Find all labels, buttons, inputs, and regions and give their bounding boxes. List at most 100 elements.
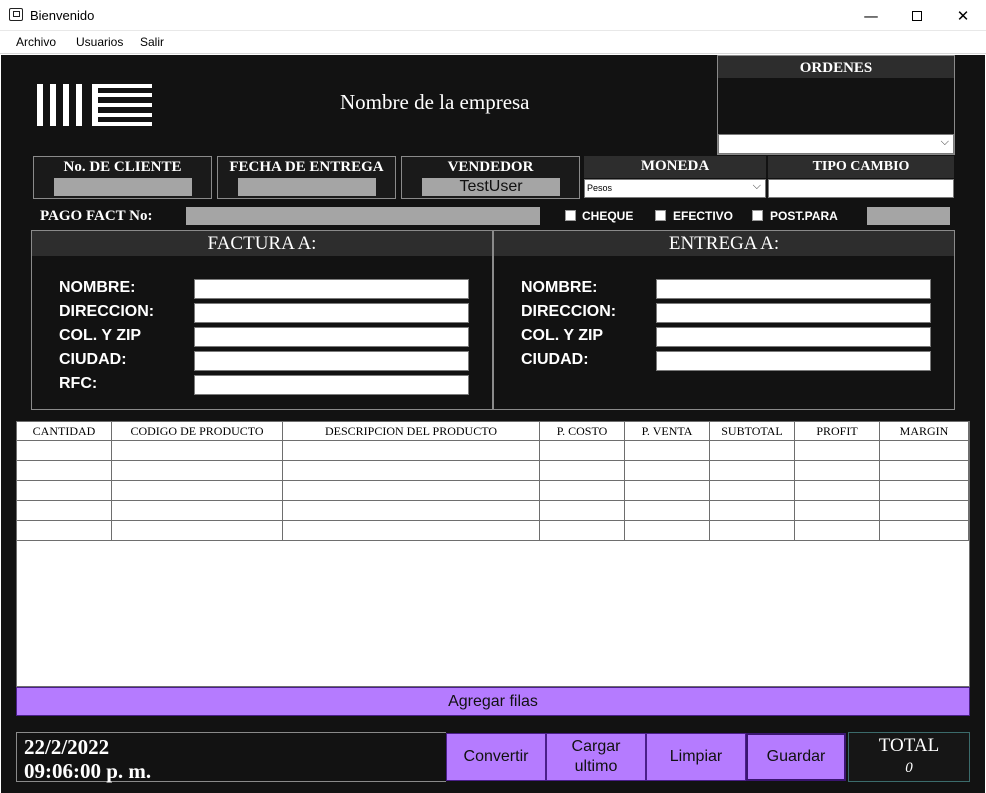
table-cell[interactable] — [282, 500, 540, 521]
col-margin[interactable]: MARGIN — [879, 421, 969, 441]
table-cell[interactable] — [794, 500, 880, 521]
table-cell[interactable] — [709, 480, 795, 501]
col-subtotal[interactable]: SUBTOTAL — [709, 421, 795, 441]
table-cell[interactable] — [282, 480, 540, 501]
close-button[interactable]: ✕ — [940, 0, 986, 31]
table-cell[interactable] — [111, 480, 283, 501]
table-cell[interactable] — [539, 520, 625, 541]
maximize-button[interactable] — [894, 0, 940, 31]
table-cell[interactable] — [879, 480, 969, 501]
table-cell[interactable] — [282, 520, 540, 541]
table-cell[interactable] — [16, 460, 112, 481]
col-p-costo[interactable]: P. COSTO — [539, 421, 625, 441]
table-cell[interactable] — [624, 500, 710, 521]
col-descripcion[interactable]: DESCRIPCION DEL PRODUCTO — [282, 421, 540, 441]
factura-rfc-input[interactable] — [194, 375, 469, 395]
col-p-venta[interactable]: P. VENTA — [624, 421, 710, 441]
table-cell[interactable] — [624, 520, 710, 541]
menu-bar: Archivo Usuarios Salir — [0, 31, 986, 54]
minimize-button[interactable]: — — [848, 0, 894, 31]
ordenes-select[interactable]: ⌵ — [718, 134, 954, 154]
col-cantidad[interactable]: CANTIDAD — [16, 421, 112, 441]
fecha-label: FECHA DE ENTREGA — [229, 159, 384, 175]
cargar-ultimo-button[interactable]: Cargar ultimo — [546, 733, 646, 781]
fecha-input[interactable] — [238, 178, 376, 196]
table-cell[interactable] — [879, 500, 969, 521]
cliente-box: No. DE CLIENTE — [33, 156, 212, 199]
moneda-header: MONEDA — [584, 156, 766, 178]
factura-nombre-input[interactable] — [194, 279, 469, 299]
table-cell[interactable] — [539, 500, 625, 521]
table-cell[interactable] — [879, 440, 969, 461]
cheque-checkbox[interactable] — [565, 210, 576, 221]
table-cell[interactable] — [624, 480, 710, 501]
ordenes-panel: ORDENES ⌵ — [717, 55, 955, 155]
table-cell[interactable] — [794, 460, 880, 481]
table-cell[interactable] — [16, 500, 112, 521]
entrega-direccion-label: DIRECCION: — [521, 303, 617, 320]
table-cell[interactable] — [282, 460, 540, 481]
table-row[interactable] — [16, 460, 969, 481]
table-cell[interactable] — [709, 460, 795, 481]
table-cell[interactable] — [624, 460, 710, 481]
entrega-colzip-input[interactable] — [656, 327, 931, 347]
table-row[interactable] — [16, 520, 969, 541]
table-row[interactable] — [16, 500, 969, 521]
table-cell[interactable] — [709, 500, 795, 521]
guardar-button[interactable]: Guardar — [746, 733, 846, 781]
table-cell[interactable] — [539, 440, 625, 461]
factura-nombre-label: NOMBRE: — [59, 279, 136, 296]
table-cell[interactable] — [539, 480, 625, 501]
pago-input[interactable] — [186, 207, 540, 225]
table-cell[interactable] — [111, 440, 283, 461]
table-cell[interactable] — [709, 440, 795, 461]
factura-rfc-label: RFC: — [59, 375, 98, 392]
post-para-checkbox[interactable] — [752, 210, 763, 221]
table-row[interactable] — [16, 480, 969, 501]
factura-colzip-input[interactable] — [194, 327, 469, 347]
table-cell[interactable] — [282, 440, 540, 461]
col-profit[interactable]: PROFIT — [794, 421, 880, 441]
efectivo-checkbox[interactable] — [655, 210, 666, 221]
table-cell[interactable] — [879, 520, 969, 541]
menu-usuarios[interactable]: Usuarios — [76, 35, 123, 49]
table-cell[interactable] — [16, 520, 112, 541]
total-value: 0 — [905, 760, 913, 776]
tipo-cambio-input[interactable] — [768, 179, 954, 198]
table-cell[interactable] — [111, 520, 283, 541]
entrega-direccion-input[interactable] — [656, 303, 931, 323]
table-cell[interactable] — [111, 460, 283, 481]
cliente-input[interactable] — [54, 178, 192, 196]
table-row[interactable] — [16, 440, 969, 461]
agregar-filas-button[interactable]: Agregar filas — [16, 687, 970, 716]
entrega-nombre-input[interactable] — [656, 279, 931, 299]
table-cell[interactable] — [879, 460, 969, 481]
moneda-select[interactable]: Pesos ⌵ — [584, 179, 766, 198]
table-cell[interactable] — [624, 440, 710, 461]
total-panel: TOTAL 0 — [848, 732, 970, 782]
table-cell[interactable] — [111, 500, 283, 521]
table-cell[interactable] — [794, 440, 880, 461]
moneda-value: Pesos — [587, 183, 613, 193]
post-para-input[interactable] — [867, 207, 950, 225]
table-cell[interactable] — [709, 520, 795, 541]
table-cell[interactable] — [16, 440, 112, 461]
menu-salir[interactable]: Salir — [140, 35, 164, 49]
factura-panel: FACTURA A: NOMBRE: DIRECCION: COL. Y ZIP… — [31, 230, 493, 410]
factura-direccion-input[interactable] — [194, 303, 469, 323]
pago-label: PAGO FACT No: — [40, 208, 153, 224]
vendedor-input[interactable]: TestUser — [422, 178, 560, 196]
chevron-down-icon: ⌵ — [752, 180, 761, 192]
convertir-button[interactable]: Convertir — [446, 733, 546, 781]
chevron-down-icon: ⌵ — [940, 136, 949, 148]
factura-ciudad-input[interactable] — [194, 351, 469, 371]
table-cell[interactable] — [16, 480, 112, 501]
entrega-ciudad-input[interactable] — [656, 351, 931, 371]
limpiar-button[interactable]: Limpiar — [646, 733, 746, 781]
col-codigo[interactable]: CODIGO DE PRODUCTO — [111, 421, 283, 441]
menu-archivo[interactable]: Archivo — [16, 35, 56, 49]
fecha-box: FECHA DE ENTREGA — [217, 156, 396, 199]
table-cell[interactable] — [794, 520, 880, 541]
table-cell[interactable] — [539, 460, 625, 481]
table-cell[interactable] — [794, 480, 880, 501]
